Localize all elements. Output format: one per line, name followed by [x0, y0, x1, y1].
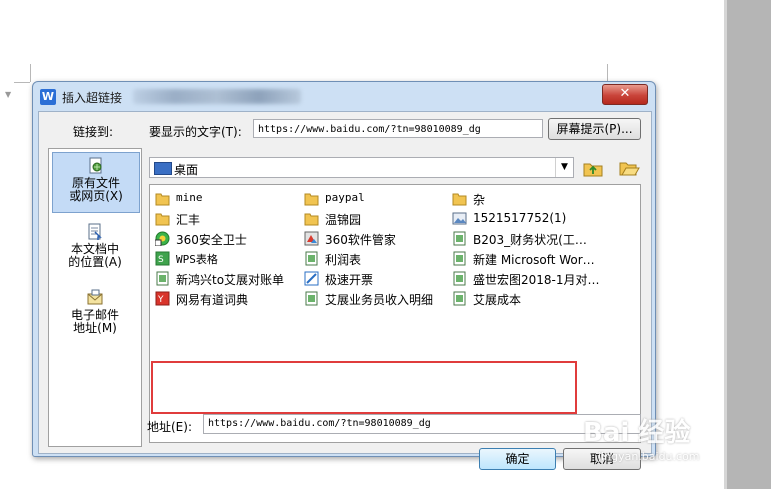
- file-name: mine: [176, 191, 203, 204]
- ruler-arrow-icon: ▼: [5, 90, 12, 99]
- file-name: 极速开票: [325, 273, 374, 287]
- file-name: 汇丰: [176, 213, 201, 227]
- look-in-value: 桌面: [174, 163, 199, 177]
- browse-folder-icon[interactable]: [618, 158, 640, 178]
- spreadsheet-icon: [453, 271, 466, 286]
- file-name: 360软件管家: [325, 233, 396, 247]
- baidu-watermark: Bai 经验: [583, 418, 691, 448]
- link-to-label: 链接到:: [73, 125, 114, 139]
- spreadsheet-icon: [305, 291, 318, 306]
- workspace-background: [727, 0, 771, 489]
- file-name: 360安全卫士: [176, 233, 247, 247]
- display-text-label: 要显示的文字(T):: [149, 125, 242, 139]
- sidebar-item-existing-file[interactable]: 原有文件 或网页(X): [52, 152, 140, 213]
- shortcut-app-icon: [155, 231, 170, 246]
- address-input[interactable]: https://www.baidu.com/?tn=98010089_dg: [203, 414, 641, 434]
- file-name: 新建 Microsoft Wor…: [473, 253, 595, 267]
- dialog-titlebar[interactable]: W 插入超链接 ✕: [33, 82, 655, 110]
- file-name: 网易有道词典: [176, 293, 249, 307]
- place-in-document-icon: [88, 223, 102, 240]
- shortcut-app-icon: S: [155, 251, 170, 266]
- shortcut-app-icon: [304, 231, 319, 246]
- file-name: 艾展成本: [473, 293, 522, 307]
- file-name: paypal: [325, 191, 365, 204]
- page-corner-mark: [14, 82, 30, 83]
- sidebar-item-label: 或网页(X): [69, 189, 123, 203]
- file-name: 利润表: [325, 253, 362, 267]
- page-corner-mark: [607, 64, 608, 82]
- svg-text:S: S: [158, 255, 164, 265]
- sidebar-item-email-address[interactable]: 电子邮件 地址(M): [52, 285, 138, 335]
- spreadsheet-icon: [156, 271, 169, 286]
- blurred-title-area: [133, 89, 301, 104]
- desktop-icon: [154, 162, 172, 175]
- file-name: B203_财务状况(工…: [473, 233, 587, 247]
- file-name: 温锦园: [325, 213, 362, 227]
- spreadsheet-icon: [453, 231, 466, 246]
- chevron-down-icon[interactable]: ▼: [555, 158, 573, 177]
- up-folder-icon[interactable]: [582, 158, 604, 178]
- folder-icon: [155, 193, 170, 206]
- sidebar-item-place-in-document[interactable]: 本文档中 的位置(A): [52, 219, 138, 269]
- look-in-dropdown[interactable]: 桌面 ▼: [149, 157, 574, 178]
- file-name: WPS表格: [176, 253, 218, 266]
- shortcut-app-icon: Y: [155, 291, 170, 306]
- file-name: 杂: [473, 193, 486, 207]
- sidebar-item-label: 的位置(A): [68, 255, 122, 269]
- spreadsheet-icon: [453, 291, 466, 306]
- email-address-icon: [87, 289, 103, 305]
- screentip-button[interactable]: 屏幕提示(P)...: [548, 118, 641, 140]
- folder-icon: [304, 193, 319, 206]
- folder-icon: [304, 213, 319, 226]
- folder-icon: [452, 193, 467, 206]
- folder-icon: [155, 213, 170, 226]
- annotation-highlight-box: [151, 361, 577, 414]
- shortcut-app-icon: [304, 271, 319, 286]
- spreadsheet-icon: [305, 251, 318, 266]
- ok-button[interactable]: 确定: [479, 448, 556, 470]
- page-corner-mark: [30, 64, 31, 82]
- file-name: 1521517752(1): [473, 211, 567, 225]
- sidebar-item-label: 地址(M): [73, 321, 117, 335]
- address-label: 地址(E):: [147, 420, 192, 434]
- file-name: 新鸿兴to艾展对账单: [176, 273, 285, 287]
- spreadsheet-icon: [453, 251, 466, 266]
- dialog-title: 插入超链接: [62, 91, 123, 105]
- link-to-sidebar: 原有文件 或网页(X) 本文档中 的位置(A) 电子邮件 地址(M): [48, 148, 142, 447]
- image-file-icon: [452, 212, 467, 225]
- file-name: 艾展业务员收入明细: [325, 293, 434, 307]
- baidu-watermark-url: jingyan.baidu.com: [598, 450, 700, 463]
- wps-app-icon: W: [40, 89, 56, 105]
- svg-text:Y: Y: [157, 295, 164, 305]
- file-name: 盛世宏图2018-1月对…: [473, 273, 600, 287]
- close-button[interactable]: ✕: [602, 84, 648, 105]
- display-text-input[interactable]: https://www.baidu.com/?tn=98010089_dg: [253, 119, 543, 138]
- existing-file-icon: [89, 157, 102, 174]
